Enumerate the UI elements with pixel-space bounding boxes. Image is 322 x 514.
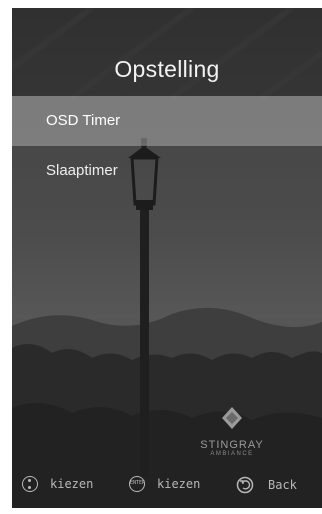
stingray-diamond-icon [222, 407, 242, 429]
menu-item-label: OSD Timer [46, 112, 121, 129]
back-hint-label: Back [268, 478, 297, 492]
logo-text: STINGRAY [200, 439, 264, 451]
enter-button-icon: ENTER [129, 476, 145, 492]
stingray-logo: STINGRAY AMBIANCE [192, 406, 272, 457]
header-bar: Opstelling [12, 8, 322, 96]
back-hint: Back [236, 476, 297, 494]
back-arrow-icon [236, 476, 254, 494]
menu-item-slaaptimer[interactable]: Slaaptimer [12, 146, 322, 196]
footer-hints: kiezen ENTER kiezen Back [12, 470, 322, 500]
select-hint: ENTER kiezen [129, 476, 200, 492]
logo-subtext: AMBIANCE [210, 451, 254, 457]
page-title: Opstelling [114, 56, 220, 82]
menu-item-label: Slaaptimer [46, 162, 118, 179]
menu-item-osd-timer[interactable]: OSD Timer [12, 96, 322, 146]
tv-screen: Opstelling OSD Timer Slaaptimer STINGRAY… [12, 8, 322, 508]
navigate-hint: kiezen [22, 476, 93, 492]
navigate-up-down-icon [22, 476, 38, 492]
select-hint-label: kiezen [157, 477, 201, 491]
navigate-hint-label: kiezen [50, 477, 94, 491]
